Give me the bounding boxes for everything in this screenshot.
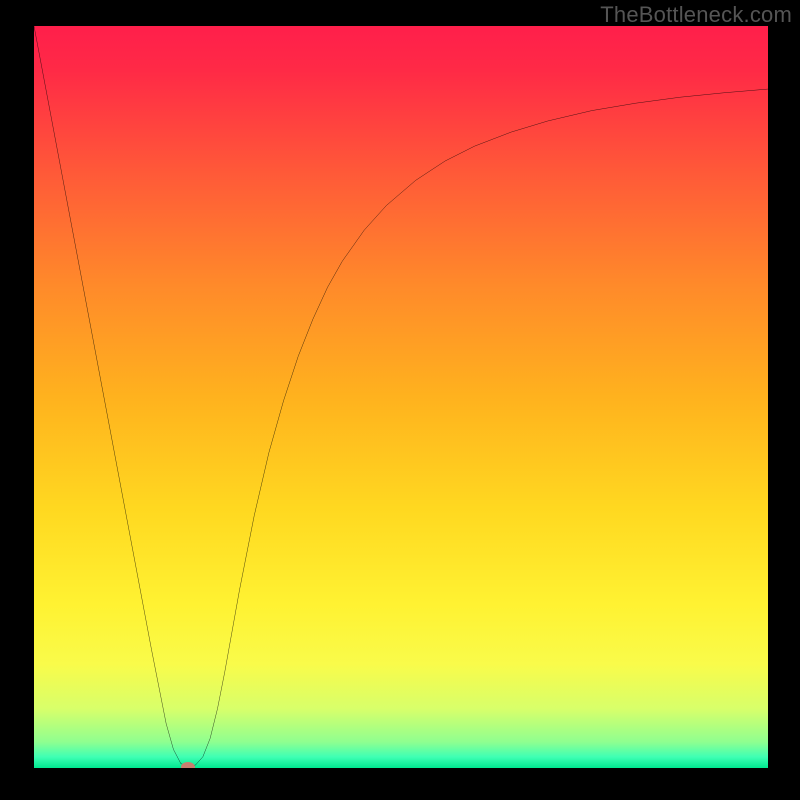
optimum-marker xyxy=(181,762,195,768)
watermark-text: TheBottleneck.com xyxy=(600,2,792,28)
bottleneck-curve xyxy=(34,26,768,768)
chart-frame: TheBottleneck.com xyxy=(0,0,800,800)
plot-area xyxy=(34,26,768,768)
